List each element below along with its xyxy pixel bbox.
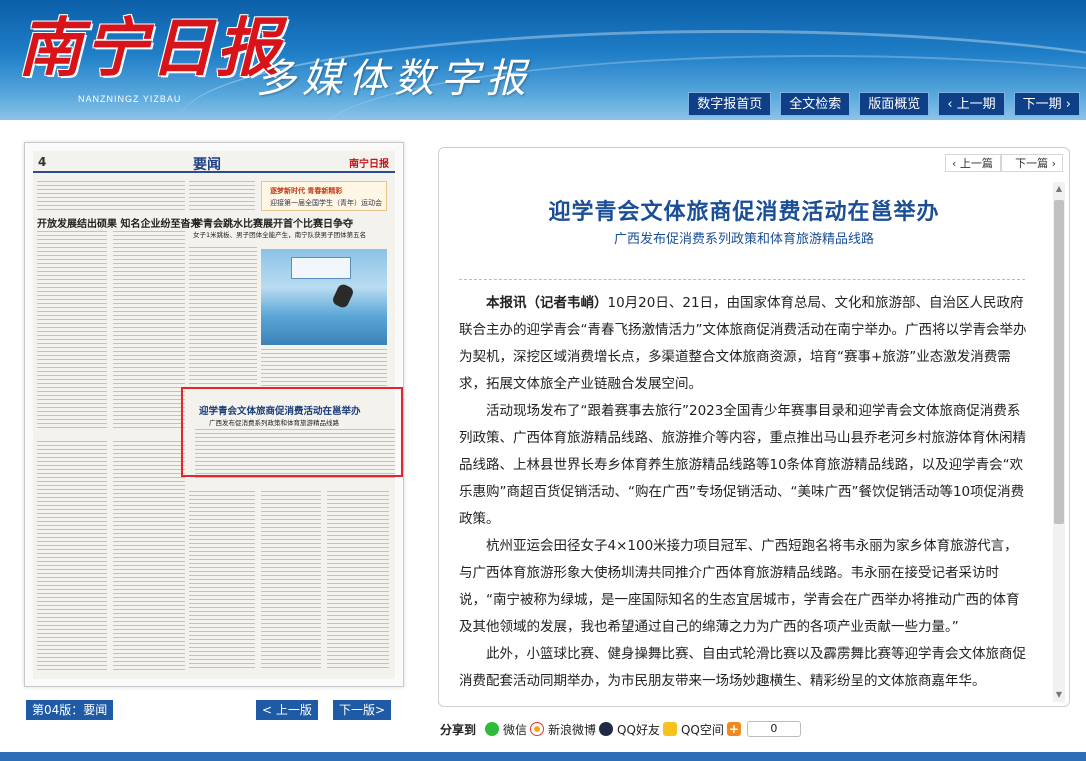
share-label: 分享到 [440, 722, 477, 737]
page-thumbnail-panel: 4 要闻 南宁日报 开放发展结出硕果 知名企业纷至沓来 逐梦新时代 青春新精彩 … [24, 142, 404, 687]
top-nav: 数字报首页 全文检索 版面概览 ‹ 上一期 下一期 › [688, 92, 1080, 116]
share-qzone[interactable]: QQ空间 [681, 721, 724, 738]
text-column [189, 247, 257, 387]
next-page-button[interactable]: 下一版> [333, 700, 392, 720]
text-column [261, 349, 387, 389]
page-navigation: 第04版：要闻 < 上一版 下一版> [24, 700, 404, 722]
qq-icon[interactable] [599, 722, 614, 736]
page-section: 要闻 [193, 157, 221, 173]
current-page-badge[interactable]: 第04版：要闻 [26, 700, 114, 720]
banner-line-1: 逐梦新时代 青春新精彩 [270, 187, 343, 195]
text-column [113, 441, 185, 671]
article-body: 本报讯（记者韦峭）10月20日、21日，由国家体育总局、文化和旅游部、自治区人民… [459, 290, 1027, 695]
nav-fulltext-search-button[interactable]: 全文检索 [780, 92, 851, 116]
wechat-icon[interactable] [485, 722, 500, 736]
diving-photo [261, 249, 387, 345]
text-column [113, 231, 185, 431]
scroll-down-arrow-icon[interactable]: ▼ [1053, 688, 1065, 702]
article-paragraph: 此外，小篮球比赛、健身操舞比赛、自由式轮滑比赛以及霹雳舞比赛等迎学青会文体旅商促… [459, 646, 1026, 689]
text-column [37, 441, 107, 671]
event-banner: 逐梦新时代 青春新精彩 迎接第一届全国学生（青年）运动会 [261, 181, 387, 211]
article-panel: ‹ 上一篇 下一篇 › 迎学青会文体旅商促消费活动在邕举办 广西发布促消费系列政… [438, 147, 1070, 707]
next-article-button[interactable]: 下一篇 › [1001, 154, 1063, 172]
nav-prev-issue-button[interactable]: ‹ 上一期 [938, 92, 1005, 116]
text-column [189, 181, 255, 211]
nav-home-button[interactable]: 数字报首页 [688, 92, 772, 116]
logo-pinyin: NANZNINGZ YIZBAU [78, 94, 182, 104]
divider [459, 279, 1025, 280]
logo-title[interactable]: 南宁日报 [18, 4, 282, 94]
weibo-icon[interactable] [530, 722, 545, 736]
footer-strip [0, 752, 1086, 761]
page-headline-right[interactable]: 学青会跳水比赛展开首个比赛日争夺 [193, 215, 353, 230]
article-scrollbar[interactable]: ▲ ▼ [1053, 182, 1065, 702]
article-subtitle: 广西发布促消费系列政策和体育旅游精品线路 [613, 232, 874, 247]
text-column [37, 231, 107, 431]
article-title: 迎学青会文体旅商促消费活动在邕举办 [548, 200, 940, 225]
photo-diver [331, 282, 355, 310]
qzone-icon[interactable] [662, 722, 677, 736]
article-paragraph: 杭州亚运会田径女子4×100米接力项目冠军、广西短跑名将韦永丽为家乡体育旅游代言… [459, 538, 1020, 635]
prev-article-button[interactable]: ‹ 上一篇 [945, 154, 1001, 172]
nav-page-overview-button[interactable]: 版面概览 [859, 92, 930, 116]
masthead: 南宁日报 NANZNINGZ YIZBAU 多媒体数字报 数字报首页 全文检索 … [0, 0, 1086, 120]
page-headline-left[interactable]: 开放发展结出硕果 知名企业纷至沓来 [37, 215, 200, 230]
more-share-icon[interactable]: + [726, 722, 741, 736]
share-qq-friend[interactable]: QQ好友 [617, 721, 660, 738]
text-column [261, 491, 321, 671]
share-weibo[interactable]: 新浪微博 [548, 721, 596, 738]
selected-article-highlight[interactable] [181, 387, 403, 477]
article-nav: ‹ 上一篇 下一篇 › [945, 154, 1063, 172]
text-column [189, 491, 255, 671]
share-wechat[interactable]: 微信 [503, 721, 527, 738]
article-lead: 本报讯（记者韦峭） [486, 295, 608, 311]
share-bar: 分享到 微信 新浪微博 QQ好友 QQ空间 + 0 [440, 718, 801, 740]
page-header: 4 要闻 南宁日报 [33, 151, 395, 173]
page-number: 4 [38, 155, 47, 169]
page-brand: 南宁日报 [349, 159, 389, 170]
prev-page-button[interactable]: < 上一版 [256, 700, 318, 720]
page-subhead-right: 女子1米跳板、男子团体全能产生，南宁队获男子团体第五名 [193, 231, 367, 239]
text-column [327, 491, 389, 671]
logo-subtitle: 多媒体数字报 [256, 56, 532, 102]
scroll-up-arrow-icon[interactable]: ▲ [1053, 182, 1065, 196]
photo-sign [291, 257, 351, 279]
nav-next-issue-button[interactable]: 下一期 › [1013, 92, 1080, 116]
article-paragraph: 活动现场发布了“跟着赛事去旅行”2023全国青少年赛事目录和迎学青会文体旅商促消… [459, 403, 1026, 527]
share-count: 0 [746, 721, 801, 737]
banner-line-2: 迎接第一届全国学生（青年）运动会 [270, 199, 382, 207]
article-paragraph: 本报讯（记者韦峭）10月20日、21日，由国家体育总局、文化和旅游部、自治区人民… [459, 290, 1027, 398]
scroll-thumb[interactable] [1054, 200, 1064, 524]
text-column [37, 181, 185, 211]
